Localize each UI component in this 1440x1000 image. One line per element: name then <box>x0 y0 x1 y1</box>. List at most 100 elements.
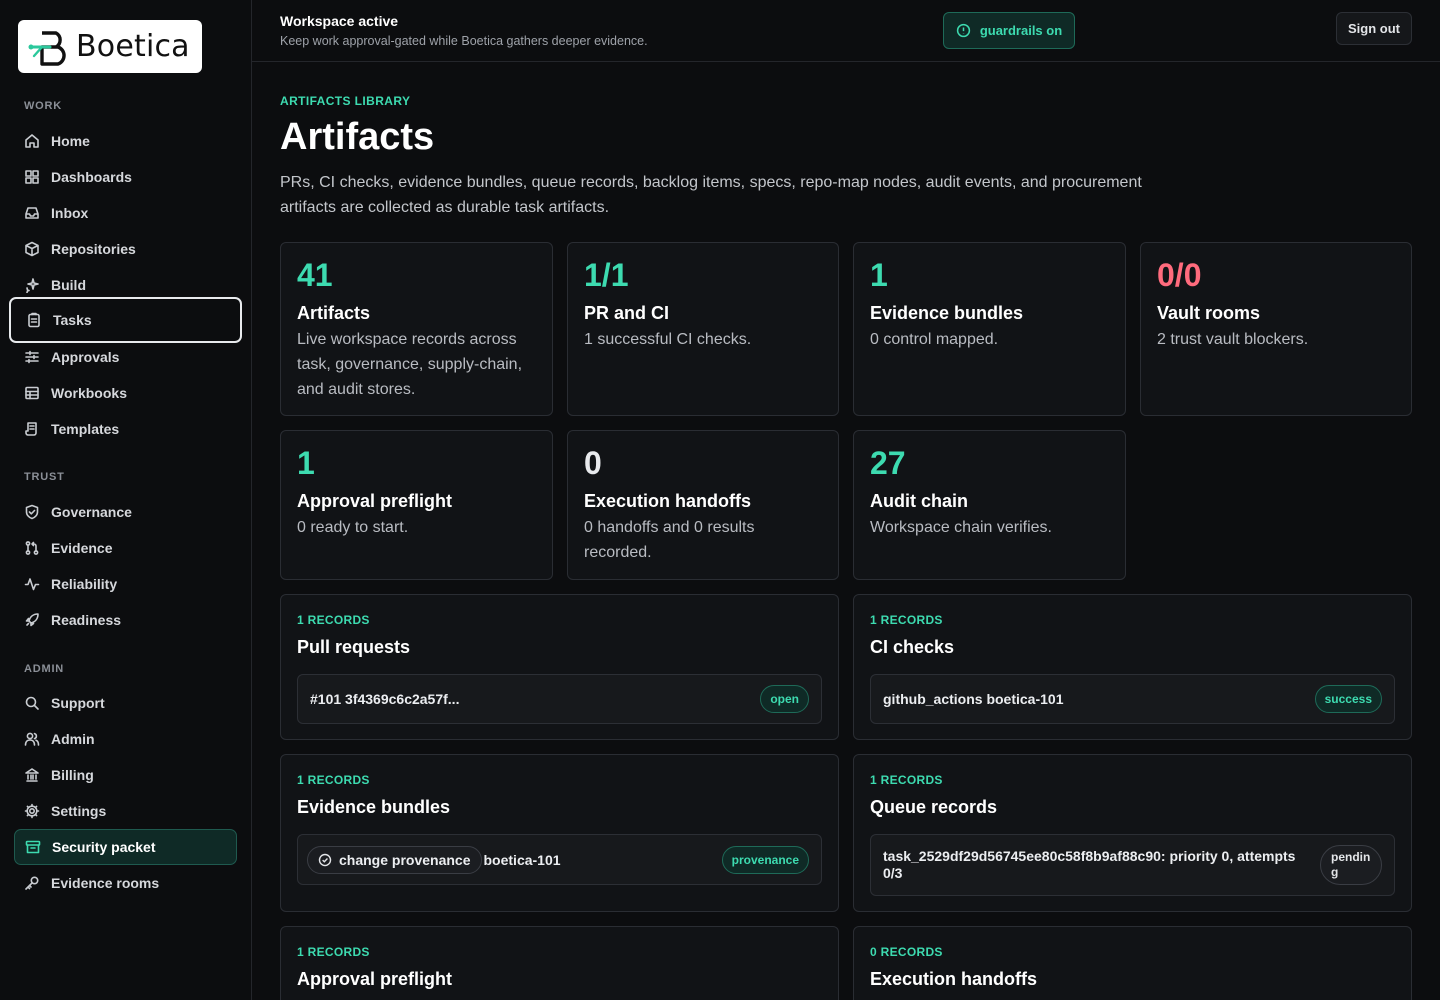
stat-value: 0/0 <box>1157 257 1202 293</box>
home-icon <box>25 134 39 148</box>
status-badge-pending: pendin g <box>1320 845 1382 885</box>
section-label-trust: TRUST <box>24 471 65 483</box>
nav-item-label: Settings <box>51 803 107 819</box>
record-row-evidence-bundle[interactable]: change provenance boetica-101 provenance <box>297 834 822 885</box>
record-row-queue-record[interactable]: task_2529df29d56745ee80c58f8b9af88c90: p… <box>870 834 1395 896</box>
nav-item-label: Tasks <box>53 312 92 328</box>
stat-value: 1/1 <box>584 257 629 293</box>
record-row-ci-check[interactable]: github_actions boetica-101 success <box>870 674 1395 724</box>
topbar: Workspace active Keep work approval-gate… <box>252 0 1440 62</box>
records-panel-approval-preflight: 1 RECORDS Approval preflight <box>280 926 839 1000</box>
stat-value: 41 <box>297 257 333 293</box>
nav-item-admin[interactable]: Admin <box>14 721 237 757</box>
nav-item-tasks[interactable]: Tasks <box>9 297 242 343</box>
nav-item-approvals[interactable]: Approvals <box>14 339 237 375</box>
status-badge-open: open <box>760 685 809 713</box>
search-icon <box>25 696 39 710</box>
brand-name: Boetica <box>76 29 190 64</box>
nav-item-dashboards[interactable]: Dashboards <box>14 159 237 195</box>
nav-item-inbox[interactable]: Inbox <box>14 195 237 231</box>
table-icon <box>25 386 39 400</box>
nav-item-home[interactable]: Home <box>14 123 237 159</box>
stat-label: Execution handoffs <box>584 491 752 511</box>
check-circle-icon <box>318 853 332 866</box>
record-panel-title: Queue records <box>870 797 998 817</box>
section-label-work: WORK <box>24 100 63 112</box>
records-panel-queue-records: 1 RECORDS Queue records task_2529df29d56… <box>853 754 1412 912</box>
nav-item-governance[interactable]: Governance <box>14 494 237 530</box>
record-panel-title: Pull requests <box>297 637 411 657</box>
stat-card-evidence-bundles: 1 Evidence bundles 0 control mapped. <box>853 242 1126 416</box>
record-panel-title: Execution handoffs <box>870 969 1038 989</box>
key-icon <box>25 876 39 890</box>
change-provenance-chip[interactable]: change provenance <box>307 845 482 874</box>
nav-item-label: Build <box>51 277 86 293</box>
nav-item-label: Inbox <box>51 205 89 221</box>
stat-card-approval-preflight: 1 Approval preflight 0 ready to start. <box>280 430 553 580</box>
record-count: 1 RECORDS <box>297 613 370 627</box>
brand-logo[interactable]: Boetica <box>18 20 202 73</box>
stat-card-vault-rooms: 0/0 Vault rooms 2 trust vault blockers. <box>1140 242 1412 416</box>
nav-item-billing[interactable]: Billing <box>14 757 237 793</box>
dashboard-grid-icon <box>25 170 39 184</box>
records-panel-execution-handoffs: 0 RECORDS Execution handoffs <box>853 926 1412 1000</box>
badge-text-line: pendin <box>1331 850 1371 864</box>
sparkles-icon <box>26 278 39 293</box>
nav-item-label: Admin <box>51 731 95 747</box>
record-row-text: #101 3f4369c6c2a57f... <box>310 691 460 707</box>
nav-item-repositories[interactable]: Repositories <box>14 231 237 267</box>
record-row-text: boetica-101 <box>483 851 561 868</box>
guardrails-button[interactable]: guardrails on <box>943 12 1075 49</box>
guardrails-label: guardrails on <box>979 23 1063 38</box>
gear-icon <box>24 803 40 819</box>
page-description: PRs, CI checks, evidence bundles, queue … <box>280 174 1142 216</box>
boetica-logo-icon <box>28 30 66 66</box>
nav-item-label: Dashboards <box>51 169 132 185</box>
nav-item-templates[interactable]: Templates <box>14 411 237 447</box>
badge-text-line: g <box>1331 865 1339 879</box>
nav-item-reliability[interactable]: Reliability <box>14 566 237 602</box>
records-panel-ci-checks: 1 RECORDS CI checks github_actions boeti… <box>853 594 1412 740</box>
nav-item-workbooks[interactable]: Workbooks <box>14 375 237 411</box>
status-badge-provenance: provenance <box>721 845 809 874</box>
stat-card-artifacts: 41 Artifacts Live workspace records acro… <box>280 242 553 416</box>
status-badge-success: success <box>1314 685 1382 713</box>
stat-description: Workspace chain verifies. <box>870 519 1052 536</box>
record-count: 1 RECORDS <box>870 613 943 627</box>
nav-item-label: Reliability <box>51 576 118 592</box>
record-panel-title: Evidence bundles <box>297 797 451 817</box>
nav-item-label: Home <box>51 133 90 149</box>
nav-item-security-packet[interactable]: Security packet <box>14 829 237 865</box>
stat-value: 1 <box>297 445 315 481</box>
nav-item-label: Billing <box>51 767 94 783</box>
stat-description: 0 ready to start. <box>297 519 409 536</box>
stat-value: 27 <box>870 445 906 481</box>
stat-description: 1 successful CI checks. <box>584 331 752 348</box>
stat-description: 0 control mapped. <box>870 331 999 348</box>
record-row-pull-request[interactable]: #101 3f4369c6c2a57f... open <box>297 674 822 724</box>
record-count: 1 RECORDS <box>297 945 370 959</box>
nav-item-label: Evidence <box>51 540 113 556</box>
stat-value: 1 <box>870 257 888 293</box>
alert-circle-icon <box>956 23 970 38</box>
nav-item-label: Security packet <box>52 839 156 855</box>
nav-item-support[interactable]: Support <box>14 685 237 721</box>
stat-card-pr-ci: 1/1 PR and CI 1 successful CI checks. <box>567 242 839 416</box>
sign-out-button[interactable]: Sign out <box>1336 12 1412 45</box>
nav-item-label: Workbooks <box>51 385 127 401</box>
record-count: 1 RECORDS <box>870 773 943 787</box>
nav-item-label: Support <box>51 695 105 711</box>
stat-label: Vault rooms <box>1157 303 1261 323</box>
git-pull-request-icon <box>25 541 39 555</box>
stat-label: Evidence bundles <box>870 303 1024 323</box>
nav-item-readiness[interactable]: Readiness <box>14 602 237 638</box>
rocket-icon <box>25 613 39 627</box>
stat-description: 0 handoffs and 0 results recorded. <box>584 519 755 561</box>
activity-icon <box>24 578 40 591</box>
stat-card-execution-handoffs: 0 Execution handoffs 0 handoffs and 0 re… <box>567 430 839 580</box>
nav-item-evidence[interactable]: Evidence <box>14 530 237 566</box>
nav-item-evidence-rooms[interactable]: Evidence rooms <box>14 865 237 901</box>
users-icon <box>24 732 40 746</box>
nav-item-settings[interactable]: Settings <box>14 793 237 829</box>
record-panel-title: Approval preflight <box>297 969 453 989</box>
